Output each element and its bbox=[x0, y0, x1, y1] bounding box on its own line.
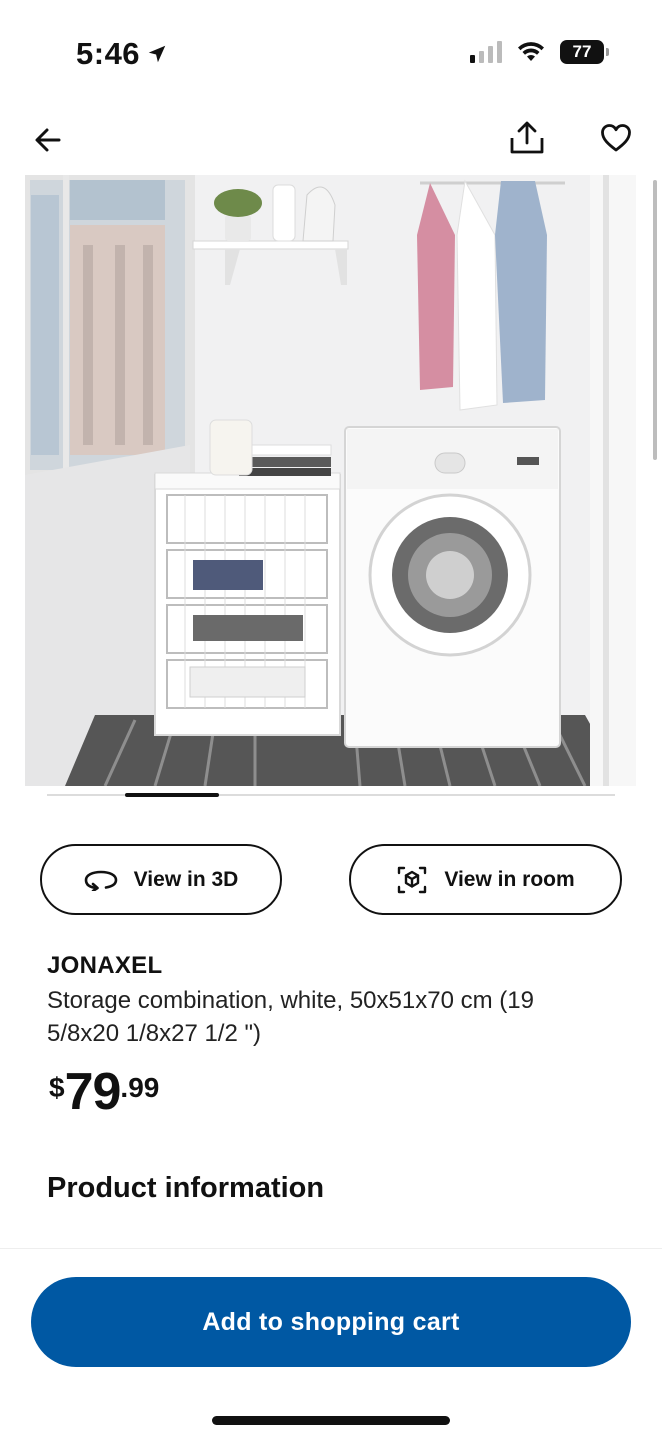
product-image[interactable] bbox=[25, 175, 636, 786]
location-arrow-icon bbox=[148, 45, 166, 63]
share-icon bbox=[510, 121, 544, 154]
cellular-signal-icon bbox=[470, 41, 502, 63]
view-in-3d-label: View in 3D bbox=[133, 867, 239, 891]
wifi-icon bbox=[518, 42, 544, 61]
view-in-room-label: View in room bbox=[444, 867, 575, 891]
ar-cube-icon bbox=[398, 866, 427, 893]
view-in-room-button[interactable]: View in room bbox=[349, 844, 622, 915]
home-indicator bbox=[212, 1416, 450, 1425]
product-information-heading[interactable]: Product information bbox=[47, 1172, 324, 1205]
product-price: $ 79 .99 bbox=[49, 1064, 159, 1120]
price-decimal: .99 bbox=[120, 1072, 160, 1103]
status-bar: 5:46 77 bbox=[0, 0, 662, 100]
price-currency: $ bbox=[49, 1072, 65, 1103]
scroll-indicator bbox=[653, 180, 657, 460]
add-to-cart-button[interactable]: Add to shopping cart bbox=[31, 1277, 631, 1367]
rotate-3d-icon bbox=[84, 870, 117, 891]
image-carousel-track bbox=[47, 793, 615, 797]
top-nav bbox=[0, 110, 662, 170]
product-description: Storage combination, white, 50x51x70 cm … bbox=[47, 987, 534, 1047]
product-photo-illustration bbox=[25, 175, 636, 786]
add-to-cart-label: Add to shopping cart bbox=[202, 1307, 460, 1336]
status-indicators: 77 bbox=[470, 40, 609, 64]
status-time-text: 5:46 bbox=[76, 36, 141, 71]
price-whole: 79 bbox=[64, 1063, 122, 1121]
view-in-3d-button[interactable]: View in 3D bbox=[40, 844, 282, 915]
bottom-bar-divider bbox=[0, 1248, 662, 1249]
product-name[interactable]: JONAXEL bbox=[47, 952, 162, 980]
share-button[interactable] bbox=[505, 116, 549, 160]
arrow-left-icon bbox=[35, 128, 61, 152]
image-carousel-position bbox=[125, 793, 219, 797]
battery-icon: 77 bbox=[560, 40, 609, 64]
back-button[interactable] bbox=[26, 118, 70, 162]
heart-icon bbox=[601, 124, 631, 152]
status-time: 5:46 bbox=[76, 36, 168, 72]
battery-level: 77 bbox=[572, 42, 592, 61]
favorite-button[interactable] bbox=[594, 116, 638, 160]
